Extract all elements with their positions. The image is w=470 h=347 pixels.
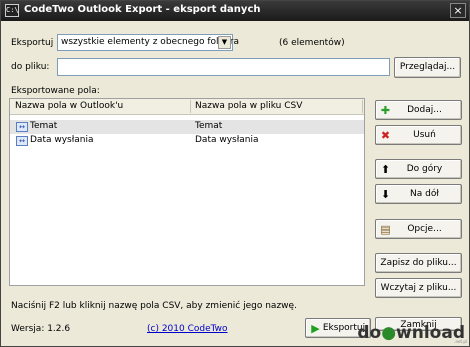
add-button[interactable]: ✚ Dodaj... bbox=[375, 100, 462, 120]
csv-field-name[interactable]: Data wysłania bbox=[195, 135, 259, 145]
rename-hint: Naciśnij F2 lub kliknij nazwę pola CSV, … bbox=[11, 301, 297, 311]
watermark-suffix: .net.pl bbox=[454, 339, 467, 344]
file-label: do pliku: bbox=[11, 62, 50, 72]
version-label: Wersja: 1.2.6 bbox=[11, 324, 71, 334]
column-divider[interactable] bbox=[190, 100, 191, 113]
file-path-input[interactable] bbox=[57, 58, 390, 76]
list-item[interactable]: ↔ Data wysłania Data wysłania bbox=[10, 134, 364, 148]
field-icon: ↔ bbox=[16, 122, 28, 132]
browse-button[interactable]: Przeglądaj... bbox=[394, 57, 461, 78]
field-icon: ↔ bbox=[16, 136, 28, 146]
play-icon: ▶ bbox=[311, 322, 320, 335]
remove-button[interactable]: ✖ Usuń bbox=[375, 125, 462, 145]
csv-field-name[interactable]: Temat bbox=[195, 121, 222, 131]
options-button[interactable]: ▤ Opcje... bbox=[375, 219, 462, 239]
fields-list[interactable]: Nazwa pola w Outlook'u Nazwa pola w plik… bbox=[9, 98, 365, 286]
title-bar[interactable]: C:\ CodeTwo Outlook Export - eksport dan… bbox=[1, 1, 469, 21]
save-to-file-button[interactable]: Zapisz do pliku... bbox=[375, 253, 462, 273]
column-header-csv[interactable]: Nazwa pola w pliku CSV bbox=[195, 101, 302, 111]
chevron-down-icon[interactable]: ▼ bbox=[218, 36, 231, 49]
list-header: Nazwa pola w Outlook'u Nazwa pola w plik… bbox=[10, 99, 364, 115]
move-up-button[interactable]: ⬆ Do góry bbox=[375, 159, 462, 179]
column-header-outlook[interactable]: Nazwa pola w Outlook'u bbox=[15, 101, 123, 111]
load-from-file-button[interactable]: Wczytaj z pliku... bbox=[375, 278, 462, 298]
arrow-up-icon: ⬆ bbox=[380, 163, 391, 176]
copyright-link[interactable]: (c) 2010 CodeTwo bbox=[147, 324, 228, 334]
list-item[interactable]: ↔ Temat Temat bbox=[10, 120, 364, 134]
options-icon: ▤ bbox=[380, 223, 391, 236]
close-icon: × bbox=[453, 4, 463, 17]
window-title: CodeTwo Outlook Export - eksport danych bbox=[24, 4, 261, 15]
export-scope-select[interactable]: wszystkie elementy z obecnego foldera ▼ bbox=[57, 34, 239, 51]
exported-fields-label: Eksportowane pola: bbox=[11, 86, 100, 96]
app-icon: C:\ bbox=[5, 4, 19, 17]
export-dialog: C:\ CodeTwo Outlook Export - eksport dan… bbox=[0, 0, 470, 347]
item-count: (6 elementów) bbox=[279, 38, 345, 48]
plus-icon: ✚ bbox=[380, 104, 391, 117]
move-down-button[interactable]: ⬇ Na dół bbox=[375, 184, 462, 204]
outlook-field-name: Temat bbox=[30, 121, 58, 131]
arrow-down-icon: ⬇ bbox=[380, 188, 391, 201]
export-scope-value: wszystkie elementy z obecnego foldera bbox=[61, 37, 239, 47]
export-label: Eksportuj bbox=[11, 38, 54, 48]
x-icon: ✖ bbox=[380, 129, 391, 142]
outlook-field-name: Data wysłania bbox=[30, 135, 94, 145]
window-close-button[interactable]: × bbox=[450, 3, 466, 18]
watermark-logo: do●wnload bbox=[357, 323, 465, 343]
column-divider[interactable] bbox=[362, 100, 363, 113]
